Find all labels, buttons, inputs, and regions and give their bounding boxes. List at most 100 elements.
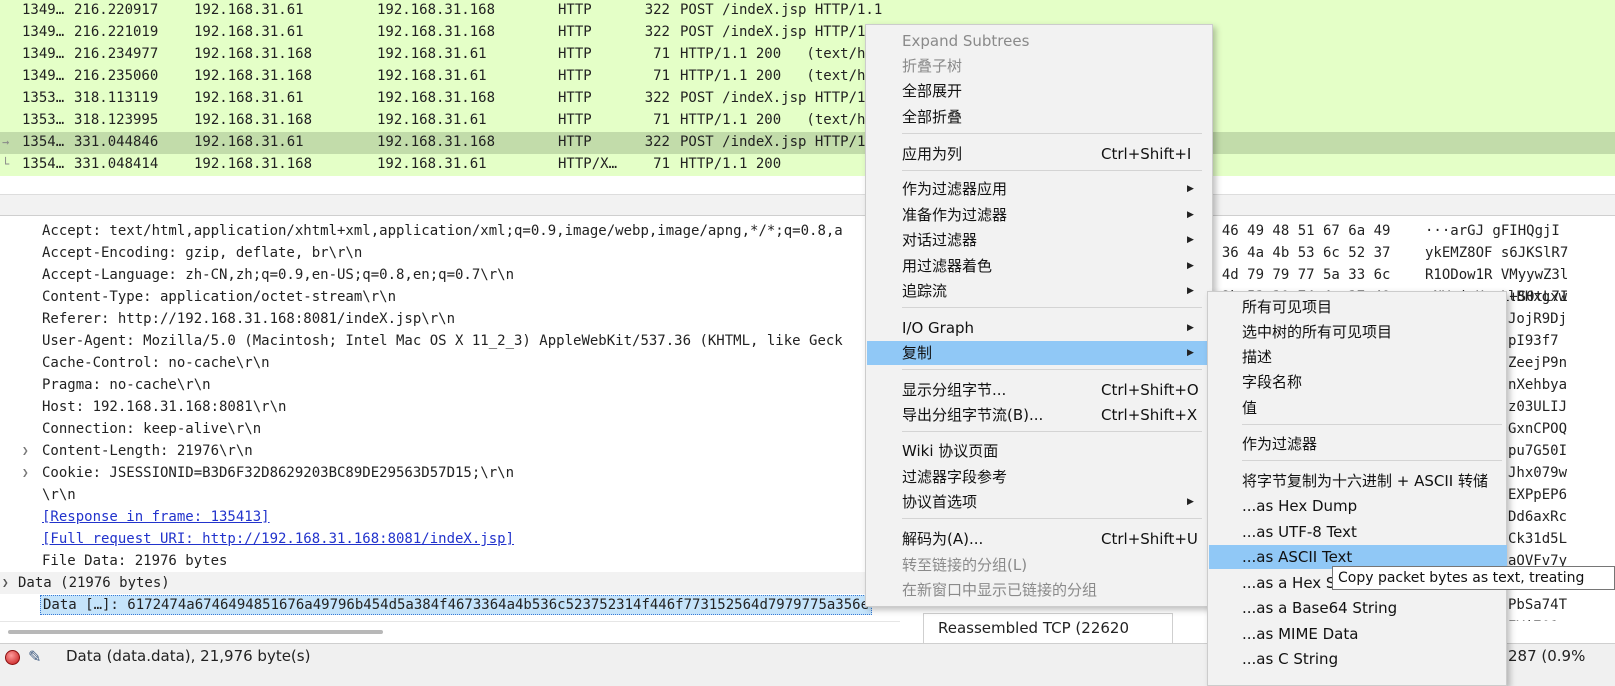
horizontal-scrollbar[interactable] [0,621,900,641]
submenu-item-as-base64[interactable]: ...as a Base64 String [1209,596,1507,620]
hex-bytes[interactable]: 6 4d 79 79 77 5a 33 6c [1205,264,1390,286]
hex-bytes[interactable]: 3 36 4a 4b 53 6c 52 37 [1205,242,1390,264]
menu-item-go-linked-packet[interactable]: 转至链接的分组(L) [867,553,1207,577]
hex-ascii[interactable]: EXPpEP6 [1508,484,1567,506]
submenu-item-as-hex-dump[interactable]: ...as Hex Dump [1209,494,1507,518]
hex-ascii[interactable]: Jhx079w [1508,462,1567,484]
hex-ascii[interactable]: pu7G50I [1508,440,1567,462]
hex-bytes[interactable]: 7 46 49 48 51 67 6a 49 [1205,220,1390,242]
hex-ascii[interactable]: Dd6axRc [1508,506,1567,528]
hex-ascii[interactable]: EYi701t [1508,616,1567,621]
menu-item-colorize-filter[interactable]: 用过滤器着色 ▶ [867,254,1207,278]
detail-row-accept-encoding[interactable]: Accept-Encoding: gzip, deflate, br\r\n [0,242,900,264]
packet-row[interactable]: 1349… 216.220917 192.168.31.61 192.168.31.1… [0,0,1615,22]
hex-ascii[interactable]: ZeejP9n [1508,352,1567,374]
menu-item-apply-as-column[interactable]: 应用为列 Ctrl+Shift+I [867,142,1207,166]
detail-row-data-header[interactable]: ❯ Data (21976 bytes) [0,572,900,594]
response-in-frame-link[interactable]: [Response in frame: 135413] [42,506,270,528]
hex-ascii[interactable]: nXehbya [1508,374,1567,396]
submenu-arrow-icon: ▶ [1187,323,1194,333]
detail-row-accept[interactable]: Accept: text/html,application/xhtml+xml,… [0,220,900,242]
packet-row[interactable]: 1353… 318.113119 192.168.31.61 192.168.31.1… [0,88,1615,110]
hex-ascii[interactable]: Ck31d5L [1508,528,1567,550]
detail-row-content-type[interactable]: Content-Type: application/octet-stream\r… [0,286,900,308]
hex-ascii[interactable]: ···arGJ gFIHQgjI [1425,220,1560,242]
hex-ascii[interactable]: z03ULIJ [1508,396,1567,418]
menu-item-io-graph[interactable]: I/O Graph ▶ [867,316,1207,340]
detail-row-user-agent[interactable]: User-Agent: Mozilla/5.0 (Macintosh; Inte… [0,330,900,352]
detail-row-cache-control[interactable]: Cache-Control: no-cache\r\n [0,352,900,374]
packet-row[interactable]: 1349… 216.221019 192.168.31.61 192.168.31.1… [0,22,1615,44]
menu-item-expand-subtrees[interactable]: Expand Subtrees [867,29,1207,53]
submenu-item-all-visible[interactable]: 所有可见项目 [1209,295,1507,319]
menu-item-follow-stream[interactable]: 追踪流 ▶ [867,279,1207,303]
chevron-down-icon[interactable]: ❯ [2,572,9,594]
packet-row[interactable]: └ 1354… 331.048414 192.168.31.168 192.168.31… [0,154,1615,176]
detail-row-cookie[interactable]: ❯ Cookie: JSESSIONID=B3D6F32D8629203BC89D… [0,462,900,484]
menu-item-collapse-subtrees[interactable]: 折叠子树 [867,54,1207,78]
packet-row[interactable]: 1353… 318.123995 192.168.31.168 192.168.31.… [0,110,1615,132]
packet-row[interactable]: → 1354… 331.044846 192.168.31.61 192.168.31.… [0,132,1615,154]
menu-separator [902,369,1202,370]
menu-item-collapse-all[interactable]: 全部折叠 [867,105,1207,129]
packet-row[interactable]: 1349… 216.234977 192.168.31.168 192.168.31.… [0,44,1615,66]
submenu-item-as-mime[interactable]: ...as MIME Data [1209,622,1507,646]
submenu-item-bytes-hex-ascii[interactable]: 将字节复制为十六进制 + ASCII 转储 [1209,469,1507,493]
menu-item-expand-all[interactable]: 全部展开 [867,79,1207,103]
hex-ascii[interactable]: PbSa74T [1508,594,1567,616]
pane-splitter[interactable] [0,194,1615,216]
detail-row-connection[interactable]: Connection: keep-alive\r\n [0,418,900,440]
hex-ascii[interactable]: ykEMZ8OF s6JKSlR7 [1425,242,1568,264]
menu-item-show-linked-new-window[interactable]: 在新窗口中显示已链接的分组 [867,578,1207,602]
hex-ascii[interactable]: R1ODow1R VMyywZ3l [1425,264,1568,286]
hex-ascii[interactable]: pI93f7 [1508,330,1559,352]
detail-row-data-value[interactable]: Data […]: 6172474a6746494851676a49796b45… [0,594,900,616]
packet-cell-len: 71 [653,46,670,62]
tab-reassembled-tcp[interactable]: Reassembled TCP (22620 bytes) [923,613,1173,665]
detail-row-content-length[interactable]: ❯ Content-Length: 21976\r\n [0,440,900,462]
hex-ascii[interactable]: lBHxgxw [1508,286,1567,308]
detail-row-accept-language[interactable]: Accept-Language: zh-CN,zh;q=0.9,en-US;q=… [0,264,900,286]
submenu-item-as-utf8[interactable]: ...as UTF-8 Text [1209,520,1507,544]
packet-cell-len: 71 [653,112,670,128]
menu-item-wiki-page[interactable]: Wiki 协议页面 [867,439,1207,463]
detail-row-response-link[interactable]: [Response in frame: 135413] [0,506,900,528]
submenu-item-as-filter[interactable]: 作为过滤器 [1209,432,1507,456]
detail-row-pragma[interactable]: Pragma: no-cache\r\n [0,374,900,396]
menu-item-copy[interactable]: 复制 ▶ [867,341,1207,365]
menu-item-protocol-preferences[interactable]: 协议首选项 ▶ [867,490,1207,514]
detail-row-referer[interactable]: Referer: http://192.168.31.168:8081/inde… [0,308,900,330]
packet-cell-time: 318.123995 [74,112,159,128]
full-request-uri-link[interactable]: [Full request URI: http://192.168.31.168… [42,528,514,550]
submenu-item-description[interactable]: 描述 [1209,345,1507,369]
context-menu: Expand Subtrees 折叠子树 全部展开 全部折叠 应用为列 Ctrl+… [865,24,1213,607]
menu-item-export-packet-bytes[interactable]: 导出分组字节流(B)... Ctrl+Shift+X [867,403,1207,427]
packet-cell-src: 192.168.31.168 [194,46,313,62]
detail-row-file-data[interactable]: File Data: 21976 bytes [0,550,900,572]
packet-cell-src: 192.168.31.168 [194,156,313,172]
menu-item-conversation-filter[interactable]: 对话过滤器 ▶ [867,228,1207,252]
hex-ascii[interactable]: GxnCPOQ [1508,418,1567,440]
packet-row[interactable]: 1349… 216.235060 192.168.31.168 192.168.31.… [0,66,1615,88]
submenu-arrow-icon: ▶ [1187,497,1194,507]
detail-row-full-uri[interactable]: [Full request URI: http://192.168.31.168… [0,528,900,550]
scrollbar-thumb[interactable] [8,630,383,634]
menu-item-prepare-filter[interactable]: 准备作为过滤器 ▶ [867,203,1207,227]
edit-comment-icon[interactable]: ✎ [28,647,48,666]
submenu-item-field-name[interactable]: 字段名称 [1209,370,1507,394]
submenu-item-all-visible-selected-tree[interactable]: 选中树的所有可见项目 [1209,320,1507,344]
packet-cell-len: 322 [644,2,670,18]
chevron-right-icon[interactable]: ❯ [22,462,29,484]
detail-row-crlf[interactable]: \r\n [0,484,900,506]
menu-item-apply-as-filter[interactable]: 作为过滤器应用 ▶ [867,177,1207,201]
menu-item-show-packet-bytes[interactable]: 显示分组字节... Ctrl+Shift+O [867,378,1207,402]
submenu-item-value[interactable]: 值 [1209,396,1507,420]
menu-item-decode-as[interactable]: 解码为(A)... Ctrl+Shift+U [867,527,1207,551]
hex-ascii[interactable]: JojR9Dj [1508,308,1567,330]
chevron-right-icon[interactable]: ❯ [22,440,29,462]
packet-cell-info: POST /indeX.jsp HTTP/1.1 [680,134,883,150]
menu-item-filter-field-reference[interactable]: 过滤器字段参考 [867,465,1207,489]
detail-row-host[interactable]: Host: 192.168.31.168:8081\r\n [0,396,900,418]
submenu-item-as-c-string[interactable]: ...as C String [1209,647,1507,671]
expert-info-icon[interactable] [5,650,20,665]
